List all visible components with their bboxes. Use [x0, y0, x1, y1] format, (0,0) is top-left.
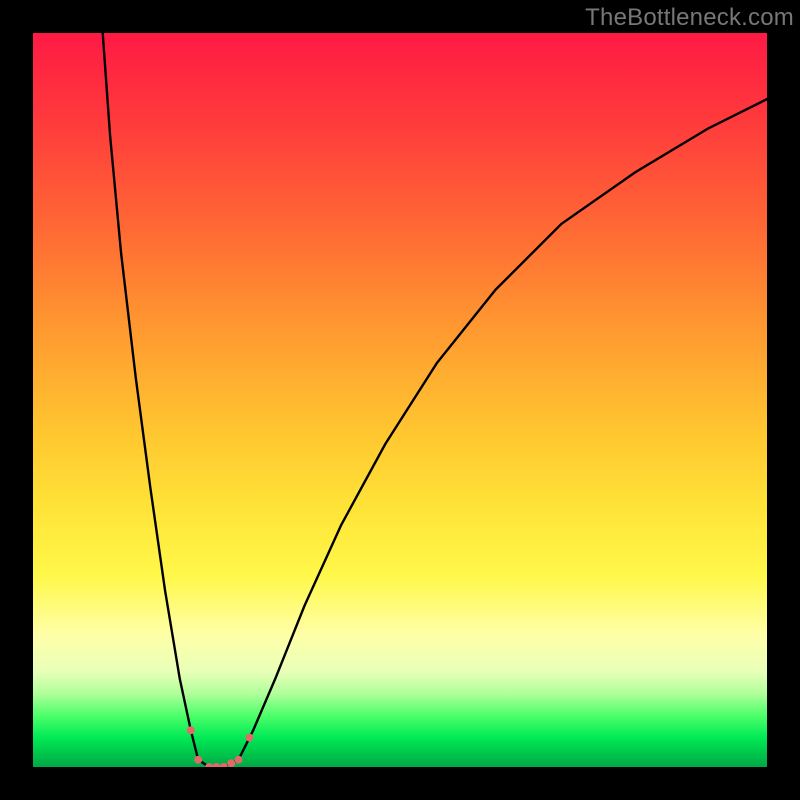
marker-dot	[235, 756, 243, 764]
watermark-text: TheBottleneck.com	[585, 4, 794, 32]
outer-frame: TheBottleneck.com	[0, 0, 800, 800]
marker-dot	[220, 763, 228, 767]
marker-dot	[227, 759, 235, 767]
curve-markers	[187, 726, 254, 767]
plot-area	[33, 33, 767, 767]
marker-dot	[213, 763, 221, 767]
marker-dot	[194, 756, 202, 764]
curve-line	[103, 33, 767, 767]
marker-dot	[187, 726, 195, 734]
marker-dot	[246, 734, 254, 742]
chart-svg	[33, 33, 767, 767]
marker-dot	[205, 763, 213, 767]
